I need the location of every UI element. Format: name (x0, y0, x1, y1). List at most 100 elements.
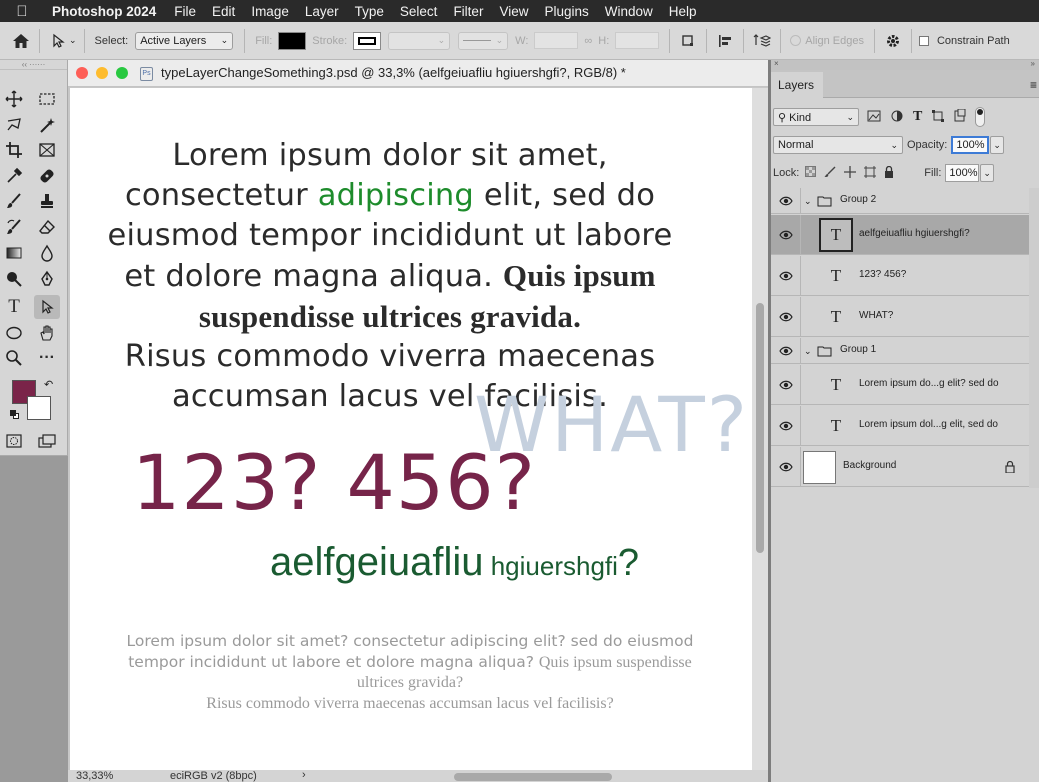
lasso-tool-icon[interactable] (1, 113, 27, 137)
path-arrangement-icon[interactable] (751, 30, 773, 52)
canvas[interactable]: Lorem ipsum dolor sit amet, consectetur … (70, 88, 752, 770)
layer-row-group[interactable]: ⌄ Group 2 (771, 188, 1029, 214)
fill-swatch[interactable] (278, 31, 307, 50)
opacity-dropdown-button[interactable]: ⌄ (990, 136, 1005, 154)
collapse-left-icon[interactable]: × (774, 59, 779, 68)
canvas-text-numbers[interactable]: 123? 456? (132, 438, 536, 527)
menu-app-name[interactable]: Photoshop 2024 (44, 4, 166, 19)
visibility-eye-icon[interactable] (779, 379, 793, 391)
healing-brush-tool-icon[interactable] (34, 164, 60, 188)
width-field[interactable] (534, 32, 579, 49)
menu-window[interactable]: Window (597, 4, 661, 19)
gear-icon[interactable] (882, 30, 904, 52)
shape-filter-icon[interactable] (932, 109, 945, 125)
menu-plugins[interactable]: Plugins (536, 4, 596, 19)
lock-all-icon[interactable] (884, 165, 894, 181)
layers-scrollbar[interactable] (1029, 188, 1039, 488)
minimize-icon[interactable] (96, 67, 108, 79)
chevron-down-icon[interactable]: ⌄ (804, 196, 812, 207)
blend-mode-dropdown[interactable]: Normal ⌄ (773, 136, 903, 154)
hand-tool-icon[interactable] (34, 321, 60, 345)
blur-tool-icon[interactable] (34, 241, 60, 265)
visibility-eye-icon[interactable] (779, 195, 793, 207)
chevron-down-icon[interactable]: ⌄ (69, 35, 77, 46)
background-color-swatch[interactable] (27, 396, 51, 420)
color-profile[interactable]: eciRGB v2 (8bpc) (170, 770, 257, 782)
menu-edit[interactable]: Edit (204, 4, 243, 19)
visibility-eye-icon[interactable] (779, 461, 793, 473)
canvas-text-aelf[interactable]: aelfgeiuafliu hgiuershgfi? (270, 540, 639, 585)
menu-select[interactable]: Select (392, 4, 446, 19)
pen-tool-icon[interactable] (34, 267, 60, 291)
menu-layer[interactable]: Layer (297, 4, 347, 19)
toolbox-grip[interactable]: ‹‹ ······ (0, 60, 67, 70)
frame-tool-icon[interactable] (34, 138, 60, 162)
move-tool-icon[interactable] (1, 87, 27, 111)
pixel-filter-icon[interactable] (867, 110, 881, 125)
home-icon[interactable] (10, 30, 32, 52)
default-colors-icon[interactable] (10, 410, 20, 420)
smart-object-filter-icon[interactable] (954, 108, 966, 125)
panel-menu-icon[interactable]: ≡ (1030, 78, 1037, 92)
layer-row-text[interactable]: T Lorem ipsum do...g elit? sed do (771, 365, 1029, 405)
more-tools-icon[interactable]: ··· (34, 346, 60, 370)
chevron-right-icon[interactable]: › (302, 770, 306, 781)
layer-row-text[interactable]: T 123? 456? (771, 256, 1029, 296)
canvas-text-lorem-large[interactable]: Lorem ipsum dolor sit amet, consectetur … (70, 136, 710, 417)
crop-tool-icon[interactable] (1, 138, 27, 162)
stamp-tool-icon[interactable] (34, 189, 60, 213)
path-selection-tool-icon[interactable] (34, 295, 60, 319)
visibility-eye-icon[interactable] (779, 229, 793, 241)
layer-row-group[interactable]: ⌄ Group 1 (771, 338, 1029, 364)
lock-position-icon[interactable] (844, 165, 857, 181)
visibility-eye-icon[interactable] (779, 311, 793, 323)
visibility-eye-icon[interactable] (779, 270, 793, 282)
select-dropdown[interactable]: Active Layers ⌄ (135, 31, 234, 50)
visibility-eye-icon[interactable] (779, 420, 793, 432)
magic-wand-tool-icon[interactable] (34, 113, 60, 137)
fill-dropdown-button[interactable]: ⌄ (980, 164, 995, 182)
path-alignment-icon[interactable] (714, 30, 736, 52)
menu-image[interactable]: Image (243, 4, 297, 19)
align-edges-checkbox[interactable] (788, 30, 802, 52)
layer-row-background[interactable]: Background (771, 447, 1029, 487)
lock-image-pixels-icon[interactable] (824, 166, 836, 181)
zoom-window-icon[interactable] (116, 67, 128, 79)
apple-icon[interactable]:  (0, 3, 44, 20)
chevron-down-icon[interactable]: ⌄ (804, 346, 812, 357)
marquee-tool-icon[interactable] (34, 87, 60, 111)
eraser-tool-icon[interactable] (34, 215, 60, 239)
height-field[interactable] (615, 32, 660, 49)
kind-filter-dropdown[interactable]: ⚲ Kind ⌄ (773, 108, 859, 126)
layer-row-text[interactable]: T WHAT? (771, 297, 1029, 337)
canvas-text-lorem-small[interactable]: Lorem ipsum dolor sit amet? consectetur … (120, 631, 700, 714)
path-operations-icon[interactable] (677, 30, 699, 52)
ellipse-tool-icon[interactable] (1, 321, 27, 345)
menu-type[interactable]: Type (347, 4, 392, 19)
move-tool-preset-icon[interactable] (47, 30, 69, 52)
scrollbar-thumb[interactable] (756, 303, 764, 553)
close-icon[interactable] (76, 67, 88, 79)
quick-mask-icon[interactable] (1, 429, 27, 453)
stroke-swatch[interactable] (353, 31, 382, 50)
zoom-tool-icon[interactable] (1, 346, 27, 370)
opacity-field[interactable]: 100% (951, 136, 990, 154)
filter-toggle[interactable] (975, 107, 986, 127)
menu-filter[interactable]: Filter (445, 4, 491, 19)
menu-view[interactable]: View (491, 4, 536, 19)
canvas-vertical-scrollbar[interactable] (752, 88, 768, 770)
type-filter-icon[interactable]: T (913, 109, 922, 125)
horizontal-scrollbar-thumb[interactable] (454, 773, 612, 781)
stroke-width-field[interactable]: ⌄ (388, 31, 451, 50)
stroke-type-dropdown[interactable]: ⌄ (458, 31, 509, 50)
tab-layers[interactable]: Layers (771, 72, 823, 98)
dodge-tool-icon[interactable] (1, 267, 27, 291)
swap-colors-icon[interactable]: ↶ (44, 378, 53, 391)
history-brush-tool-icon[interactable] (1, 215, 27, 239)
collapse-panels-icon[interactable]: » (1031, 59, 1035, 68)
gradient-tool-icon[interactable] (1, 241, 27, 265)
visibility-eye-icon[interactable] (779, 345, 793, 357)
screen-mode-icon[interactable] (34, 429, 60, 453)
brush-tool-icon[interactable] (1, 189, 27, 213)
layer-row-text-selected[interactable]: T aelfgeiuafliu hgiuershgfi? (771, 215, 1029, 255)
